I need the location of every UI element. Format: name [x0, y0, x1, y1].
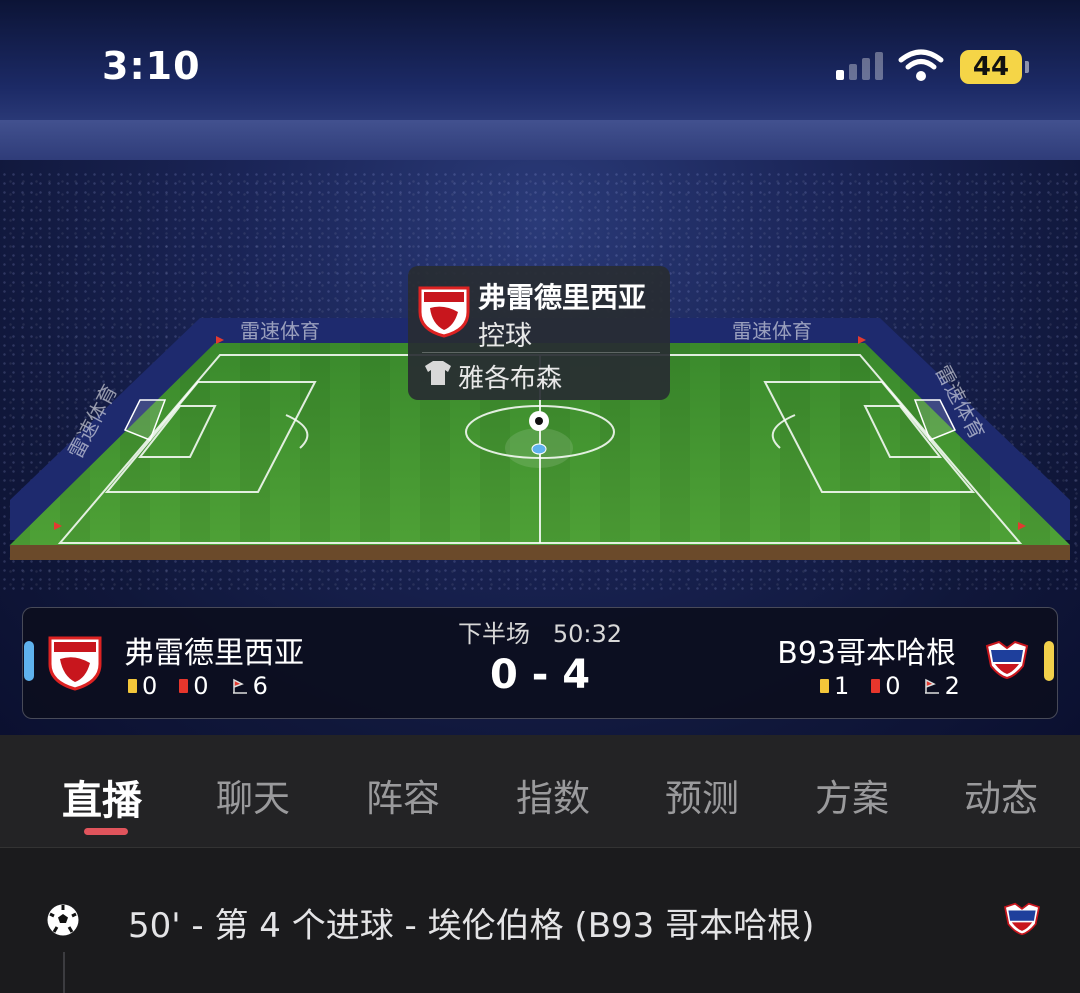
yellow-card-icon: [128, 679, 137, 693]
possession-player-name: 雅各布森: [458, 364, 563, 394]
ad-board-right-top: 雷速体育: [732, 319, 812, 343]
match-period: 下半场 50:32: [440, 614, 640, 649]
battery-tip: [1025, 61, 1029, 73]
match-clock: 50:32: [552, 620, 623, 648]
yellow-card-icon: [820, 679, 829, 693]
tab-odds[interactable]: 指数: [516, 768, 590, 822]
status-time: 3:10: [102, 44, 201, 88]
away-corner-count: 2: [944, 672, 960, 700]
away-red-count: 0: [885, 672, 901, 700]
tab-updates[interactable]: 动态: [964, 768, 1038, 822]
tab-chat[interactable]: 聊天: [216, 768, 290, 822]
active-tab-indicator: [84, 828, 128, 835]
popup-divider: [422, 352, 660, 353]
possession-popup: 弗雷德里西亚 控球 雅各布森: [408, 266, 670, 400]
event-goal-text: 50' - 第 4 个进球 - 埃伦伯格 (B93 哥本哈根): [128, 906, 815, 946]
battery-indicator: 44: [960, 50, 1022, 84]
away-team-stats: 1 0 2: [820, 672, 964, 700]
wifi-icon: [898, 49, 944, 81]
tab-plan[interactable]: 方案: [815, 768, 889, 822]
timeline-connector: [63, 952, 65, 993]
roof-lights: [0, 120, 1080, 160]
red-card-icon: [871, 679, 881, 693]
away-team-color-marker: [1044, 641, 1054, 681]
home-team-stats: 0 0 6: [128, 672, 272, 700]
possession-status: 控球: [478, 321, 532, 352]
tab-prediction[interactable]: 预测: [665, 768, 739, 822]
home-red-count: 0: [193, 672, 209, 700]
possession-team-name: 弗雷德里西亚: [478, 281, 647, 314]
away-team-name[interactable]: B93哥本哈根: [777, 628, 956, 672]
away-yellow-count: 1: [834, 672, 850, 700]
soccer-ball-icon: [47, 904, 79, 936]
away-team-badge-icon[interactable]: [985, 640, 1029, 680]
corner-flag-icon: [924, 678, 939, 694]
red-card-icon: [179, 679, 189, 693]
home-team-badge-icon[interactable]: [46, 632, 104, 692]
home-team-name[interactable]: 弗雷德里西亚: [124, 628, 304, 672]
home-team-color-marker: [24, 641, 34, 681]
tab-live[interactable]: 直播: [62, 768, 142, 826]
away-team-badge-icon: [1004, 902, 1040, 936]
ad-board-left-top: 雷速体育: [240, 319, 320, 343]
tab-lineup[interactable]: 阵容: [366, 768, 440, 822]
match-period-label: 下半场: [457, 620, 530, 648]
jersey-icon: [425, 361, 451, 385]
match-score: 0 - 4: [489, 652, 591, 698]
cellular-signal-icon: [836, 52, 883, 80]
home-corner-count: 6: [252, 672, 268, 700]
home-yellow-count: 0: [142, 672, 158, 700]
fc-fredericia-badge-icon: [418, 286, 470, 338]
corner-flag-icon: [232, 678, 247, 694]
